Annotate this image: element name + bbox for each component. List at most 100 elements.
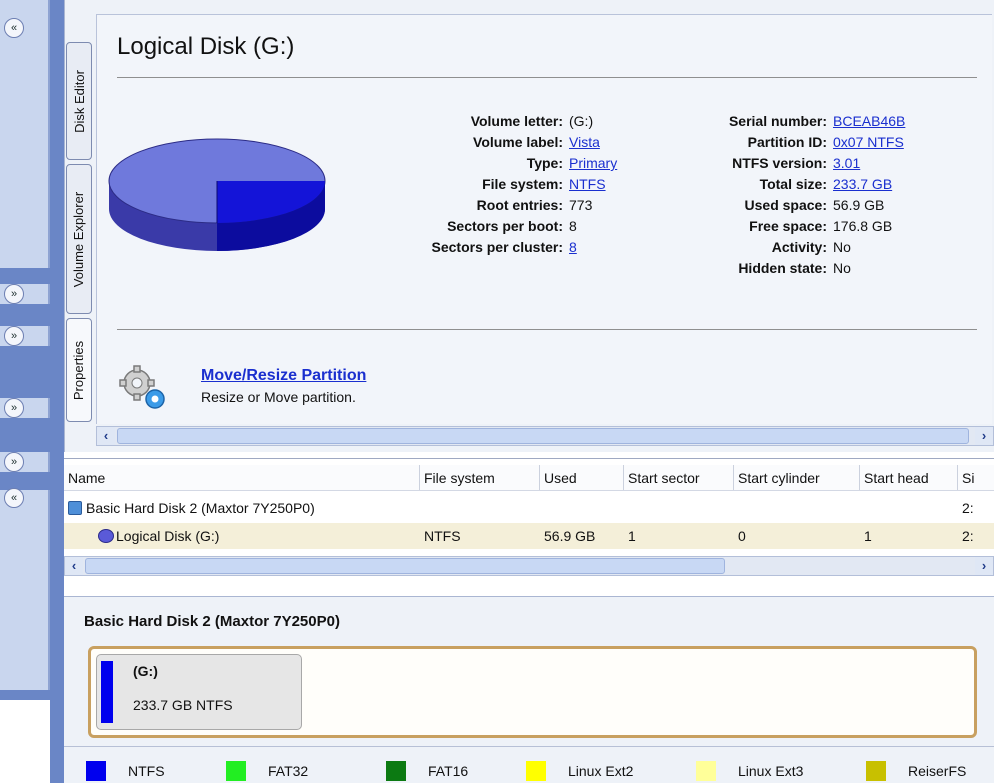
property-row: Hidden state: No bbox=[683, 258, 905, 279]
scroll-right-icon[interactable]: › bbox=[975, 557, 993, 575]
divider bbox=[117, 329, 977, 330]
property-value: 773 bbox=[569, 197, 593, 213]
scroll-right-icon[interactable]: › bbox=[975, 427, 993, 445]
left-section-2[interactable]: » bbox=[0, 326, 50, 346]
property-row: Sectors per cluster: 8 bbox=[383, 237, 617, 258]
column-header-name[interactable]: Name bbox=[64, 465, 420, 490]
legend-label: Linux Ext3 bbox=[738, 763, 804, 779]
column-header-start-sector[interactable]: Start sector bbox=[624, 465, 734, 490]
property-label: Sectors per cluster: bbox=[431, 239, 564, 255]
property-value-link[interactable]: BCEAB46B bbox=[833, 111, 905, 132]
property-value-link[interactable]: NTFS bbox=[569, 174, 606, 195]
property-row: Serial number: BCEAB46B bbox=[683, 111, 905, 132]
property-label: Root entries: bbox=[476, 197, 563, 213]
partition-letter: (G:) bbox=[133, 663, 158, 679]
row-name: Logical Disk (G:) bbox=[116, 528, 220, 544]
scroll-left-icon[interactable]: ‹ bbox=[65, 557, 83, 575]
disk-map-title: Basic Hard Disk 2 (Maxtor 7Y250P0) bbox=[84, 613, 340, 630]
column-header-size[interactable]: Si bbox=[958, 465, 994, 490]
collapse-chevron-up-icon[interactable]: « bbox=[4, 488, 24, 508]
property-value: No bbox=[833, 239, 851, 255]
property-label: Serial number: bbox=[728, 113, 827, 129]
partition-color-bar bbox=[101, 661, 113, 723]
tab-disk-editor[interactable]: Disk Editor bbox=[66, 42, 92, 160]
legend-swatch bbox=[526, 761, 546, 781]
partition-info: 233.7 GB NTFS bbox=[133, 697, 233, 713]
property-label: Used space: bbox=[744, 197, 827, 213]
row-size: 2: bbox=[962, 500, 974, 516]
property-label: File system: bbox=[482, 176, 563, 192]
expand-chevron-down-icon[interactable]: » bbox=[4, 284, 24, 304]
column-header-start-cylinder[interactable]: Start cylinder bbox=[734, 465, 860, 490]
left-panel-top: « bbox=[0, 0, 50, 268]
partition-block[interactable]: (G:) 233.7 GB NTFS bbox=[96, 654, 302, 730]
property-value-link[interactable]: 0x07 NTFS bbox=[833, 132, 904, 153]
row-start-sector bbox=[624, 495, 734, 521]
column-header-used[interactable]: Used bbox=[540, 465, 624, 490]
property-row: Activity: No bbox=[683, 237, 905, 258]
row-start-sector: 1 bbox=[628, 528, 636, 544]
filesystem-legend: NTFS FAT32 FAT16 Linux Ext2 Linux Ext3 Reiser… bbox=[64, 746, 994, 783]
row-used: 56.9 GB bbox=[544, 528, 596, 544]
property-label: Hidden state: bbox=[738, 260, 827, 276]
scrollbar-thumb[interactable] bbox=[117, 428, 969, 444]
properties-scrollbar[interactable]: ‹ › bbox=[96, 426, 994, 446]
property-row: Root entries: 773 bbox=[383, 195, 617, 216]
property-row: Volume label: Vista bbox=[383, 132, 617, 153]
table-row[interactable]: Basic Hard Disk 2 (Maxtor 7Y250P0) 2: bbox=[64, 495, 994, 521]
vertical-tabs: Disk Editor Volume Explorer Properties bbox=[64, 40, 94, 440]
expand-chevron-down-icon[interactable]: » bbox=[4, 326, 24, 346]
tab-label: Properties bbox=[71, 340, 87, 400]
property-row: Type: Primary bbox=[383, 153, 618, 174]
table-scrollbar[interactable]: ‹ › bbox=[64, 556, 994, 576]
row-size: 2: bbox=[962, 528, 974, 544]
property-label: Free space: bbox=[749, 218, 827, 234]
scrollbar-thumb[interactable] bbox=[85, 558, 725, 574]
row-name-cell: Logical Disk (G:) bbox=[64, 523, 420, 549]
property-row: Used space: 56.9 GB bbox=[683, 195, 905, 216]
left-section-3[interactable]: » bbox=[0, 398, 50, 418]
row-start-head bbox=[860, 495, 958, 521]
table-header: Name File system Used Start sector Start… bbox=[64, 465, 994, 491]
legend-item: Linux Ext2 bbox=[526, 761, 633, 781]
column-header-start-head[interactable]: Start head bbox=[860, 465, 958, 490]
tab-properties[interactable]: Properties bbox=[66, 318, 92, 422]
tab-volume-explorer[interactable]: Volume Explorer bbox=[66, 164, 92, 314]
property-value: No bbox=[833, 260, 851, 276]
left-section-4[interactable]: » bbox=[0, 452, 50, 472]
row-name: Basic Hard Disk 2 (Maxtor 7Y250P0) bbox=[86, 500, 315, 516]
row-start-head: 1 bbox=[864, 528, 872, 544]
column-header-file-system[interactable]: File system bbox=[420, 465, 540, 490]
divider bbox=[117, 77, 977, 78]
expand-chevron-down-icon[interactable]: » bbox=[4, 398, 24, 418]
action-description: Resize or Move partition. bbox=[201, 389, 356, 405]
property-value: 56.9 GB bbox=[833, 197, 885, 213]
row-name-cell: Basic Hard Disk 2 (Maxtor 7Y250P0) bbox=[64, 495, 420, 521]
row-start-cylinder: 0 bbox=[738, 528, 746, 544]
gears-icon bbox=[119, 365, 165, 409]
panel-splitter[interactable] bbox=[50, 0, 64, 783]
legend-item: FAT32 bbox=[226, 761, 308, 781]
collapse-chevron-up-icon[interactable]: « bbox=[4, 18, 24, 38]
expand-chevron-down-icon[interactable]: » bbox=[4, 452, 24, 472]
table-row[interactable]: Logical Disk (G:) NTFS 56.9 GB 1 0 1 2: bbox=[64, 523, 994, 549]
properties-content: Logical Disk (G:) Volume letter: (G:) Volu… bbox=[96, 14, 992, 424]
property-value-link[interactable]: Vista bbox=[569, 132, 600, 153]
legend-swatch bbox=[866, 761, 886, 781]
property-row: NTFS version: 3.01 bbox=[683, 153, 905, 174]
left-panel-bottom: « bbox=[0, 488, 50, 690]
property-value-link[interactable]: Primary bbox=[569, 153, 617, 174]
property-value-link[interactable]: 8 bbox=[569, 237, 577, 258]
property-row: File system: NTFS bbox=[383, 174, 617, 195]
left-section-1[interactable]: » bbox=[0, 284, 50, 304]
property-value-link[interactable]: 233.7 GB bbox=[833, 174, 892, 195]
legend-item: NTFS bbox=[86, 761, 165, 781]
legend-label: NTFS bbox=[128, 763, 165, 779]
property-row: Partition ID: 0x07 NTFS bbox=[683, 132, 905, 153]
property-label: Partition ID: bbox=[747, 134, 827, 150]
property-value-link[interactable]: 3.01 bbox=[833, 153, 860, 174]
disk-usage-pie-icon bbox=[108, 138, 326, 251]
row-fs bbox=[420, 495, 540, 521]
move-resize-link[interactable]: Move/Resize Partition bbox=[201, 367, 366, 385]
scroll-left-icon[interactable]: ‹ bbox=[97, 427, 115, 445]
